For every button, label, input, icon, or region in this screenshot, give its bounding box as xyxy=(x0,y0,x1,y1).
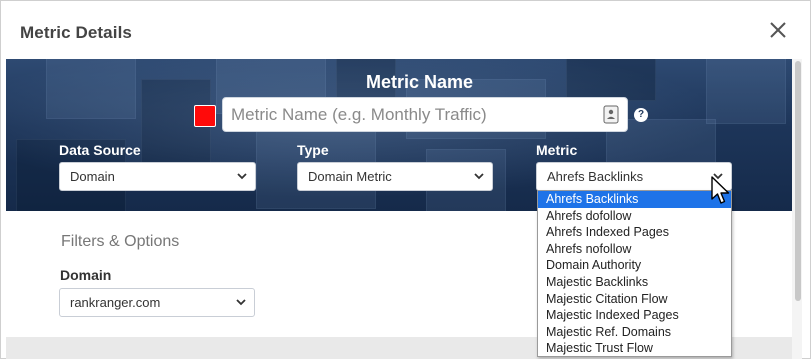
metric-option[interactable]: Majestic Trust Flow xyxy=(538,340,731,357)
chevron-down-icon xyxy=(474,173,484,180)
metric-header-banner: Metric Name ? Data Source Domain Type Do… xyxy=(6,59,792,211)
close-icon[interactable] xyxy=(767,19,789,41)
metric-label: Metric xyxy=(536,142,578,158)
metric-option[interactable]: Domain Authority xyxy=(538,257,731,274)
metric-option[interactable]: Ahrefs dofollow xyxy=(538,208,731,225)
metric-name-field[interactable] xyxy=(222,97,628,132)
modal-header: Metric Details xyxy=(1,1,810,59)
metric-select[interactable]: Ahrefs Backlinks xyxy=(536,162,732,191)
metric-value: Ahrefs Backlinks xyxy=(547,169,644,184)
metric-option[interactable]: Majestic Citation Flow xyxy=(538,291,731,308)
help-icon[interactable]: ? xyxy=(634,108,648,122)
metric-option[interactable]: Ahrefs Indexed Pages xyxy=(538,224,731,241)
modal-title: Metric Details xyxy=(20,23,132,42)
mouse-cursor-icon xyxy=(711,176,730,204)
chevron-down-icon xyxy=(237,173,247,180)
domain-value: rankranger.com xyxy=(70,295,161,310)
metric-name-input[interactable] xyxy=(231,98,591,131)
data-source-value: Domain xyxy=(70,169,115,184)
metric-option[interactable]: Majestic Indexed Pages xyxy=(538,307,731,324)
data-source-label: Data Source xyxy=(59,142,141,158)
metric-color-swatch[interactable] xyxy=(194,105,216,127)
metric-option[interactable]: Majestic Ref. Domains xyxy=(538,324,731,341)
metric-name-heading: Metric Name xyxy=(365,72,474,92)
type-label: Type xyxy=(297,142,329,158)
domain-select[interactable]: rankranger.com xyxy=(59,288,255,317)
data-source-select[interactable]: Domain xyxy=(59,162,256,191)
modal-scroll-thumb[interactable] xyxy=(795,61,801,301)
filters-options-heading: Filters & Options xyxy=(61,233,180,250)
domain-label: Domain xyxy=(60,267,112,283)
metric-options-list: Ahrefs Backlinks Ahrefs dofollow Ahrefs In… xyxy=(537,190,732,357)
contact-card-icon[interactable] xyxy=(603,105,619,124)
metric-option[interactable]: Majestic Backlinks xyxy=(538,274,731,291)
type-select[interactable]: Domain Metric xyxy=(297,162,493,191)
metric-option[interactable]: Ahrefs nofollow xyxy=(538,241,731,258)
metric-option[interactable]: Ahrefs Backlinks xyxy=(538,191,731,208)
type-value: Domain Metric xyxy=(308,169,392,184)
chevron-down-icon xyxy=(236,299,246,306)
metric-details-modal: Metric Details Metric Name Metric Name (… xyxy=(0,0,811,359)
